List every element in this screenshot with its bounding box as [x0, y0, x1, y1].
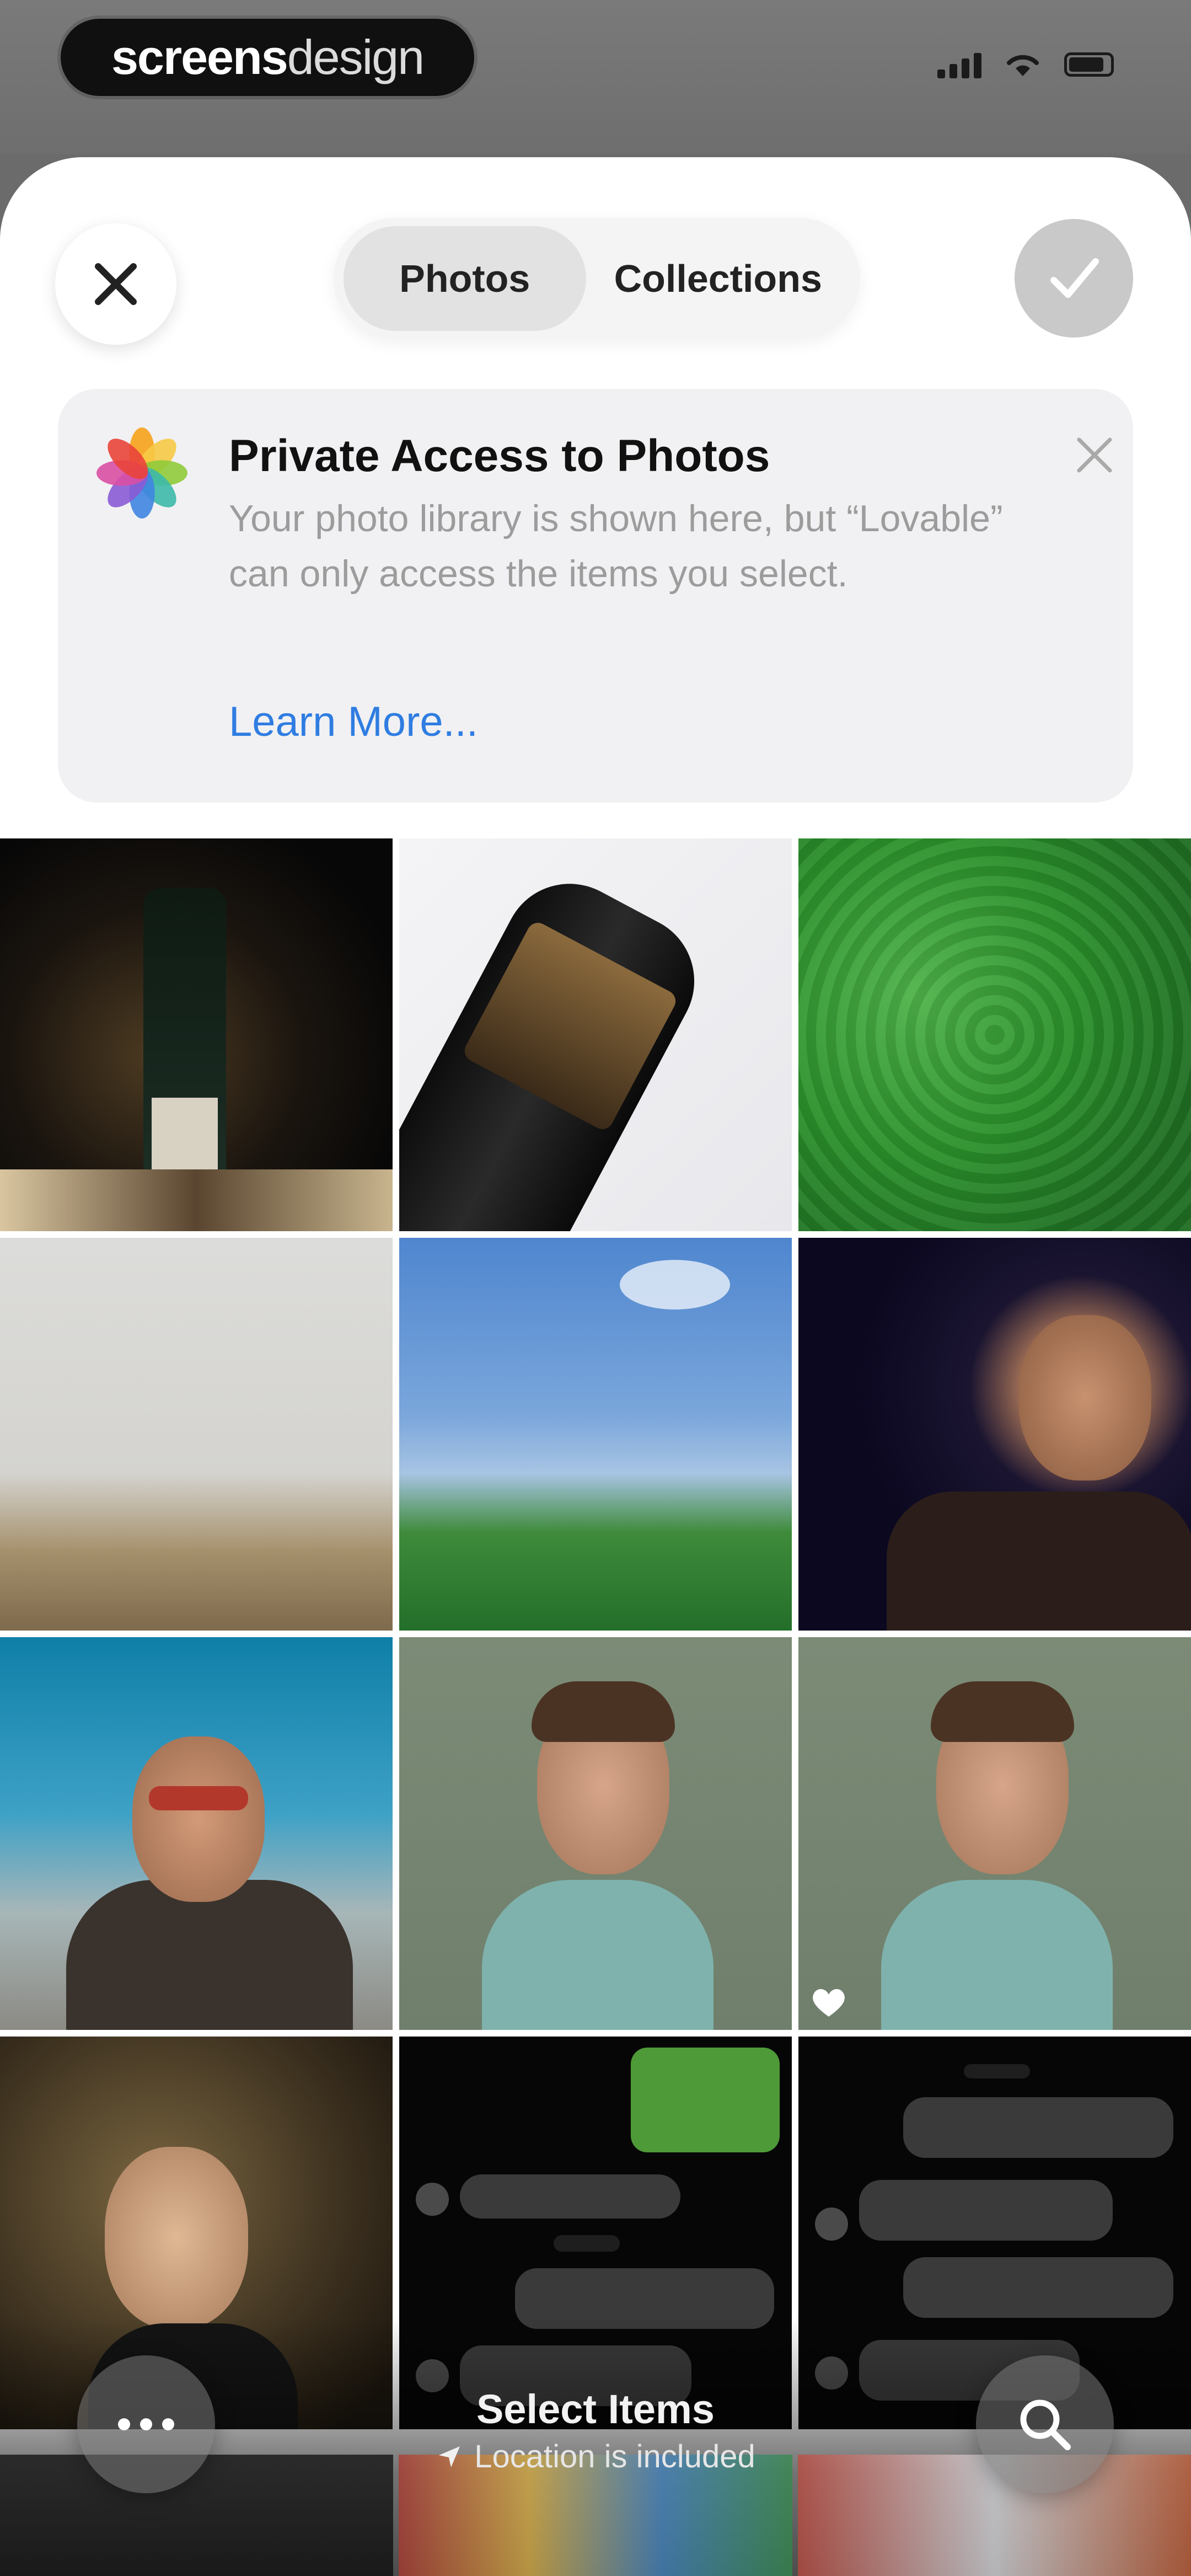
segmented-control: Photos Collections — [334, 218, 860, 339]
dismiss-icon — [1077, 437, 1112, 473]
brand-light: design — [287, 30, 425, 84]
photos-app-icon — [96, 427, 187, 519]
select-items-title: Select Items — [476, 2386, 715, 2432]
close-icon — [95, 263, 137, 305]
card-title: Private Access to Photos — [229, 431, 770, 481]
photo-thumbnail[interactable] — [0, 1238, 393, 1631]
photo-thumbnail[interactable] — [0, 1637, 393, 2030]
signal-icon — [937, 51, 981, 78]
photo-thumbnail[interactable] — [798, 1637, 1191, 2030]
brand-watermark: screensdesign — [61, 19, 474, 96]
picker-header: Photos Collections — [0, 157, 1191, 356]
dismiss-card-button[interactable] — [1061, 422, 1128, 488]
card-body: Your photo library is shown here, but “L… — [229, 498, 1003, 595]
tab-collections[interactable]: Collections — [586, 226, 850, 331]
photo-picker-sheet: Photos Collections Private Access to Pho… — [0, 157, 1191, 2576]
photo-thumbnail[interactable] — [798, 1238, 1191, 1631]
location-arrow-icon — [439, 2446, 460, 2467]
done-button[interactable] — [1015, 219, 1133, 338]
brand-bold: screens — [111, 30, 288, 84]
photo-thumbnail[interactable] — [798, 838, 1191, 1231]
heart-icon — [813, 1989, 845, 2017]
photo-grid — [0, 838, 1191, 2429]
location-text: Location is included — [474, 2439, 755, 2475]
learn-more-link[interactable]: Learn More... — [229, 698, 478, 746]
status-icons — [937, 51, 1114, 78]
private-access-card: Private Access to Photos Your photo libr… — [58, 389, 1133, 803]
checkmark-icon — [1050, 258, 1099, 298]
close-button[interactable] — [55, 223, 176, 345]
wifi-icon — [1007, 55, 1039, 76]
photo-thumbnail[interactable] — [399, 1238, 792, 1631]
photo-thumbnail[interactable] — [0, 838, 393, 1231]
tab-photos[interactable]: Photos — [344, 226, 586, 331]
location-included-label[interactable]: Location is included — [0, 2438, 1191, 2475]
battery-icon — [1064, 52, 1114, 77]
photo-thumbnail[interactable] — [399, 838, 792, 1231]
photo-thumbnail[interactable] — [399, 1637, 792, 2030]
status-bar: screensdesign — [0, 0, 1191, 154]
